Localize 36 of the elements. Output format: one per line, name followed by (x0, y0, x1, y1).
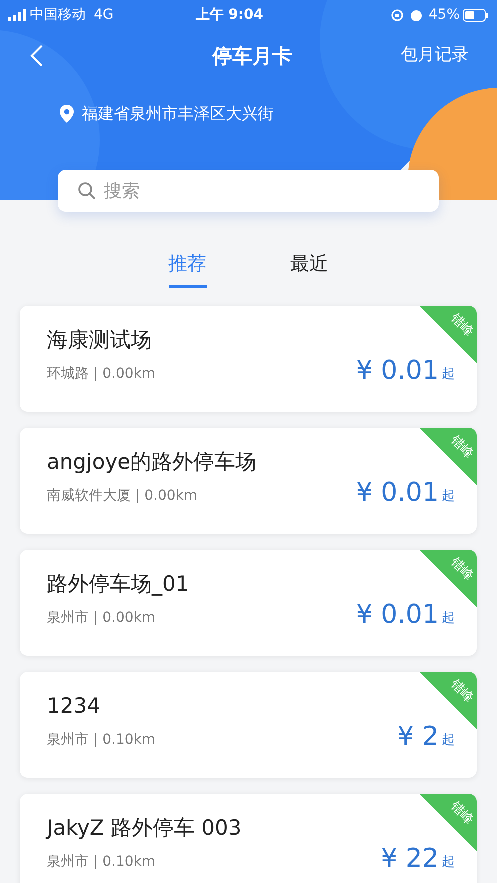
lot-name: 1234 (47, 692, 102, 720)
location-text: 福建省泉州市丰泽区大兴街 (82, 103, 274, 125)
page-title: 停车月卡 (212, 43, 292, 70)
search-icon (78, 182, 96, 200)
price-suffix: 起 (442, 610, 455, 628)
battery-text: 45% (428, 6, 460, 24)
location-pin-icon (60, 105, 74, 123)
lot-name: JakyZ 路外停车 003 (47, 814, 243, 842)
rotation-lock-icon (390, 8, 404, 22)
lot-name: 路外停车场_01 (47, 570, 190, 598)
carrier-text: 中国移动 (30, 6, 86, 24)
monthly-records-link[interactable]: 包月记录 (401, 43, 469, 69)
back-icon[interactable] (30, 44, 44, 68)
status-time: 上午 9:04 (196, 6, 264, 24)
lot-detail: 南威软件大厦 | 0.00km (47, 486, 198, 506)
tab[interactable]: 推荐 (168, 250, 206, 288)
lot-name: 海康测试场 (47, 326, 153, 354)
lot-detail: 泉州市 | 0.10km (47, 852, 156, 872)
price-suffix: 起 (442, 732, 455, 750)
price-suffix: 起 (442, 366, 455, 384)
parking-card[interactable]: 错峰 1234 泉州市 | 0.10km ¥ 2 起 (20, 672, 477, 778)
lot-name: angjoye的路外停车场 (47, 448, 258, 476)
lot-detail: 泉州市 | 0.00km (47, 608, 156, 628)
parking-card[interactable]: 错峰 angjoye的路外停车场 南威软件大厦 | 0.00km ¥ 0.01 起 (20, 428, 477, 534)
signal-icon (8, 9, 28, 21)
parking-card[interactable]: 错峰 JakyZ 路外停车 003 泉州市 | 0.10km ¥ 22 起 (20, 794, 477, 882)
price-suffix: 起 (442, 854, 455, 872)
parking-card[interactable]: 错峰 路外停车场_01 泉州市 | 0.00km ¥ 0.01 起 (20, 550, 477, 656)
lot-detail: 泉州市 | 0.10km (47, 730, 156, 750)
network-text: 4G (94, 6, 114, 24)
search-field[interactable]: 搜索 (58, 170, 439, 212)
lot-detail: 环城路 | 0.00km (47, 364, 156, 384)
price-suffix: 起 (442, 488, 455, 506)
tab[interactable]: 最近 (290, 250, 328, 288)
parking-card[interactable]: 错峰 海康测试场 环城路 | 0.00km ¥ 0.01 起 (20, 306, 477, 412)
battery-icon (463, 8, 489, 22)
